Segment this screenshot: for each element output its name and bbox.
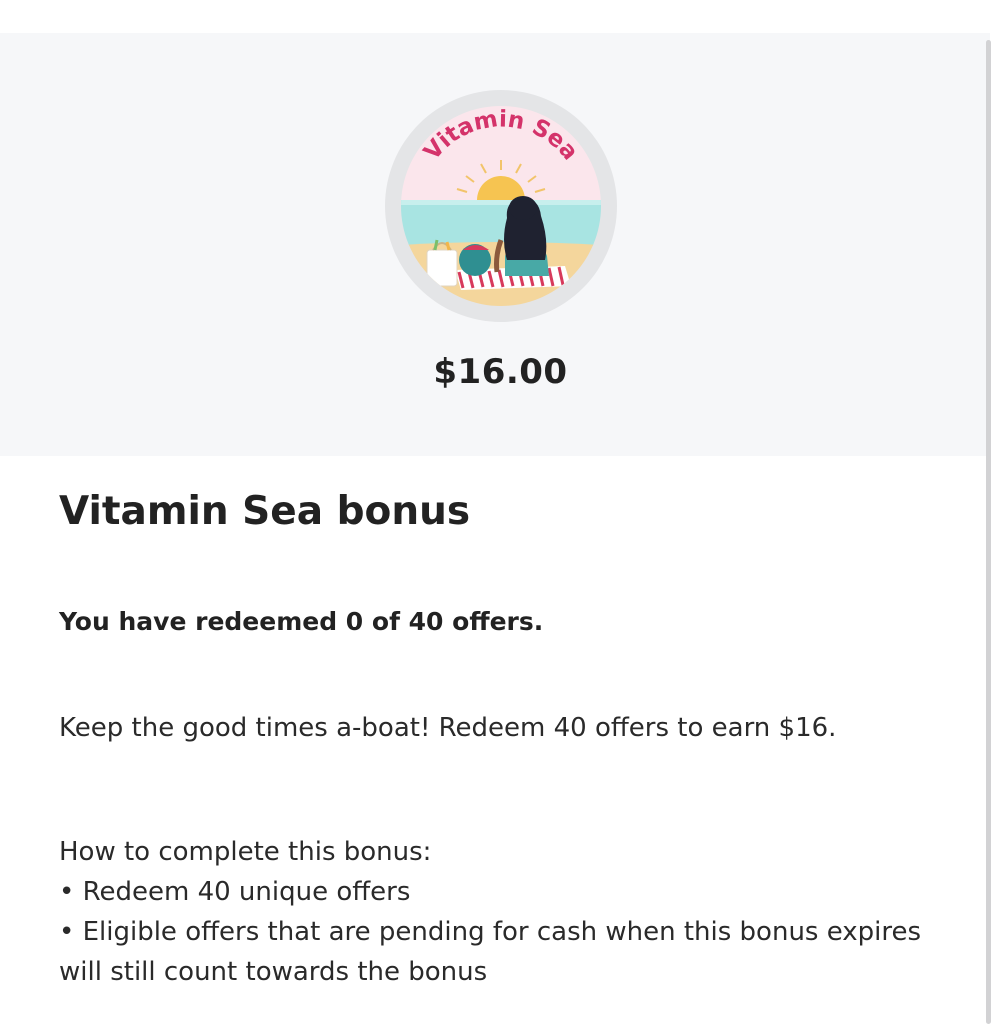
bonus-amount: $16.00 [433,352,568,392]
scrollbar[interactable] [986,40,991,1024]
howto-list: • Redeem 40 unique offers • Eligible off… [59,872,959,992]
bonus-detail-page: Vitamin Sea $16.00 Vitamin Sea bonus You… [0,0,1001,1024]
vitamin-sea-badge: Vitamin Sea [385,90,617,322]
bonus-description-text: Keep the good times a-boat! Redeem 40 of… [59,713,837,743]
bonus-description: Keep the good times a-boat! Redeem 40 of… [59,708,959,749]
howto-section: How to complete this bonus: • Redeem 40 … [59,832,959,992]
bonus-progress-text: You have redeemed 0 of 40 offers. [59,607,544,636]
howto-heading: How to complete this bonus: [59,837,432,867]
howto-item: • Redeem 40 unique offers [59,877,411,907]
howto-item: • Eligible offers that are pending for c… [59,917,922,987]
bonus-title: Vitamin Sea bonus [59,489,471,534]
